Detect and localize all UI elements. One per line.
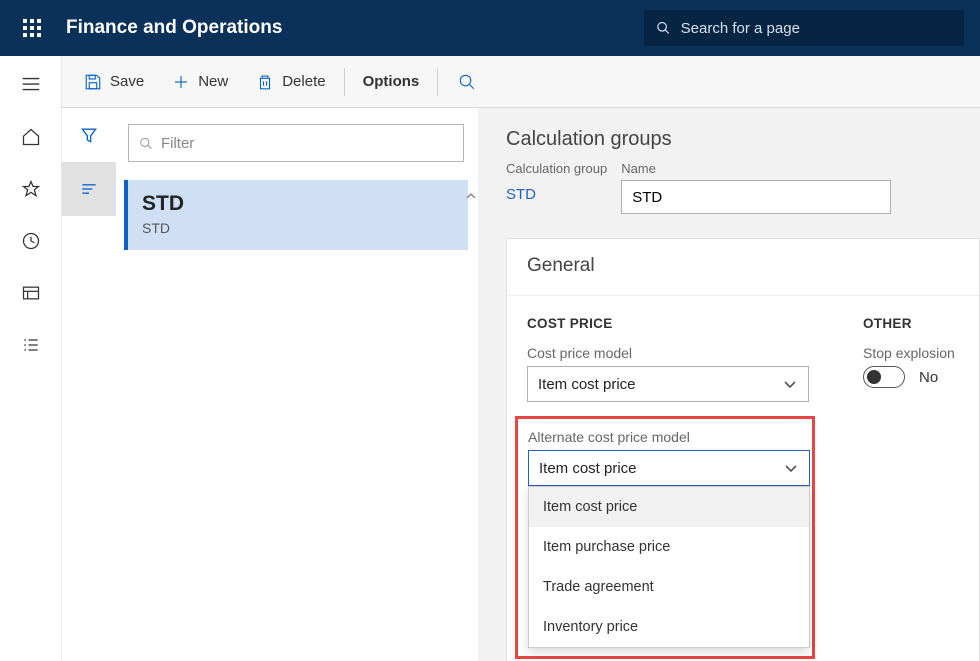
stop-explosion-label: Stop explosion: [863, 345, 955, 361]
recent-icon[interactable]: [0, 215, 61, 267]
filter-input[interactable]: [161, 135, 453, 152]
toolbar-search-button[interactable]: [442, 56, 492, 107]
stop-explosion-toggle[interactable]: No: [863, 366, 955, 388]
dropdown-option[interactable]: Trade agreement: [529, 567, 809, 607]
app-launcher-icon[interactable]: [8, 0, 56, 56]
dropdown-option[interactable]: Item cost price: [529, 487, 809, 527]
top-navbar: Finance and Operations: [0, 0, 980, 56]
general-card: General COST PRICE Cost price model Item…: [506, 238, 980, 661]
filter-mode-button[interactable]: [62, 108, 116, 162]
app-title: Finance and Operations: [66, 17, 282, 39]
save-label: Save: [110, 73, 144, 90]
name-field: Name: [621, 161, 891, 214]
other-column: OTHER Stop explosion No: [863, 316, 955, 659]
plus-icon: [172, 73, 190, 91]
list-item[interactable]: STD STD: [124, 180, 468, 250]
page-title: Calculation groups: [506, 128, 980, 151]
alternate-cost-price-value: Item cost price: [539, 460, 637, 477]
workspaces-icon[interactable]: [0, 267, 61, 319]
dropdown-option[interactable]: Inventory price: [529, 607, 809, 647]
cost-price-column: COST PRICE Cost price model Item cost pr…: [527, 316, 815, 659]
action-toolbar: Save New Delete Options: [62, 56, 980, 108]
detail-pane: Calculation groups Calculation group STD…: [478, 108, 980, 661]
alternate-cost-price-menu: Item cost price Item purchase price Trad…: [528, 486, 810, 648]
modules-icon[interactable]: [0, 319, 61, 371]
new-button[interactable]: New: [158, 56, 242, 107]
delete-button[interactable]: Delete: [242, 56, 339, 107]
alternate-cost-price-highlight: Alternate cost price model Item cost pri…: [515, 416, 815, 659]
cost-price-section-heading: COST PRICE: [527, 316, 815, 331]
chevron-down-icon: [783, 460, 799, 476]
other-section-heading: OTHER: [863, 316, 955, 331]
hamburger-icon[interactable]: [0, 58, 61, 110]
new-label: New: [198, 73, 228, 90]
funnel-icon: [79, 125, 99, 145]
options-label: Options: [363, 73, 420, 90]
save-icon: [84, 73, 102, 91]
calculation-group-value[interactable]: STD: [506, 180, 607, 203]
favorites-icon[interactable]: [0, 163, 61, 215]
list-mode-column: [62, 108, 116, 661]
save-button[interactable]: Save: [70, 56, 158, 107]
stop-explosion-value: No: [919, 369, 938, 386]
general-heading[interactable]: General: [507, 239, 979, 296]
calculation-group-field: Calculation group STD: [506, 161, 607, 214]
list-item-subtitle: STD: [142, 220, 454, 236]
home-icon[interactable]: [0, 111, 61, 163]
nav-rail: [0, 56, 62, 661]
global-search-input[interactable]: [681, 20, 952, 37]
toggle-knob: [867, 370, 881, 384]
delete-label: Delete: [282, 73, 325, 90]
toggle-track[interactable]: [863, 366, 905, 388]
alternate-cost-price-dropdown[interactable]: Item cost price: [528, 450, 810, 486]
search-icon: [656, 20, 671, 36]
global-search[interactable]: [644, 10, 964, 46]
name-label: Name: [621, 161, 891, 176]
cost-price-model-value: Item cost price: [538, 376, 636, 393]
list-pane: STD STD: [116, 108, 478, 661]
search-icon: [458, 73, 476, 91]
cost-price-model-dropdown[interactable]: Item cost price: [527, 366, 809, 402]
trash-icon: [256, 73, 274, 91]
name-input[interactable]: [621, 180, 891, 214]
cost-price-model-label: Cost price model: [527, 345, 815, 361]
dropdown-option[interactable]: Item purchase price: [529, 527, 809, 567]
list-item-title: STD: [142, 192, 454, 216]
alternate-cost-price-label: Alternate cost price model: [528, 429, 802, 445]
options-button[interactable]: Options: [349, 56, 434, 107]
scrollbar-up-icon[interactable]: [464, 186, 478, 661]
list-lines-icon: [79, 179, 99, 199]
toolbar-separator: [437, 68, 438, 96]
list-mode-button[interactable]: [62, 162, 116, 216]
chevron-down-icon: [782, 376, 798, 392]
filter-input-wrapper[interactable]: [128, 124, 464, 162]
search-icon: [139, 136, 153, 151]
toolbar-separator: [344, 68, 345, 96]
calculation-group-label: Calculation group: [506, 161, 607, 176]
